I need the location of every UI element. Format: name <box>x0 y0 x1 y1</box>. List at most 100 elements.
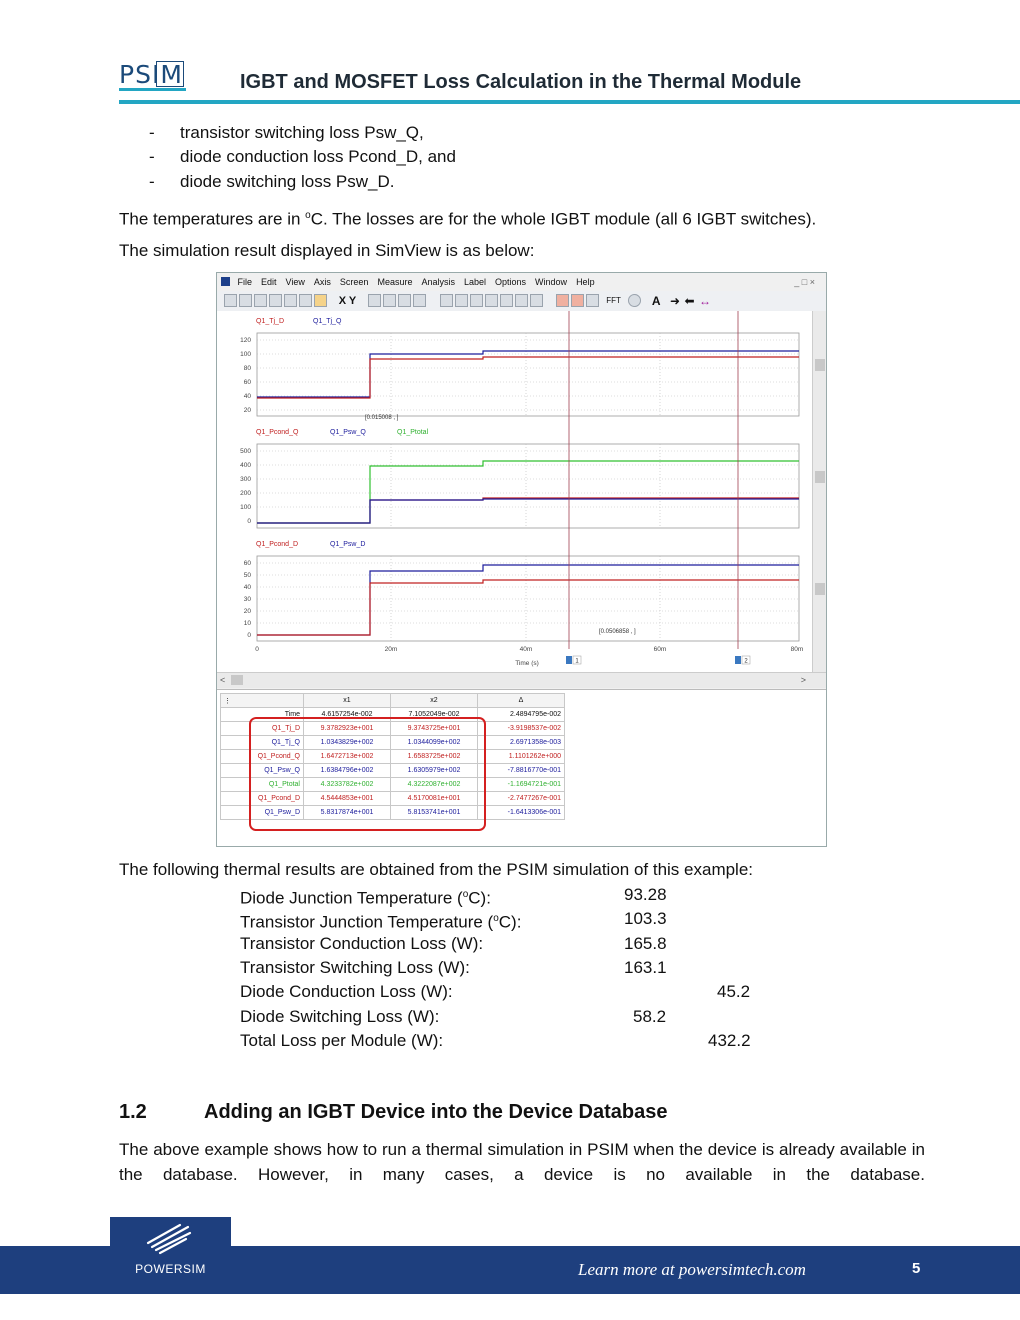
arrow-left-icon[interactable]: ⬅ <box>684 291 694 311</box>
y-axis-icon[interactable] <box>299 294 312 307</box>
plot3-ytick: 60 <box>244 560 252 567</box>
scroll-thumb[interactable] <box>815 359 825 371</box>
zoom-out-icon[interactable] <box>485 294 499 307</box>
results-value: 432.2 <box>708 1031 751 1050</box>
results-intro: The following thermal results are obtain… <box>119 860 754 879</box>
hand-icon[interactable] <box>515 294 529 307</box>
fft-button[interactable]: FFT <box>606 291 621 311</box>
list-item: - transistor switching loss Psw_Q, <box>149 123 456 147</box>
screen-icon[interactable] <box>382 294 396 307</box>
temperature-note-pre: The temperatures are in <box>119 209 306 229</box>
section-paragraph: The above example shows how to run a the… <box>119 1140 925 1184</box>
select-icon[interactable] <box>314 294 327 307</box>
chart-icon[interactable] <box>284 294 297 307</box>
text-tool-button[interactable]: A <box>652 291 661 311</box>
list-item: - diode conduction loss Pcond_D, and <box>149 147 456 172</box>
menu-options[interactable]: Options <box>495 277 526 287</box>
menu-label[interactable]: Label <box>464 277 486 287</box>
menu-view[interactable]: View <box>286 277 305 287</box>
legend-q1-tj-q: Q1_Tj_Q <box>313 318 342 325</box>
menu-analysis[interactable]: Analysis <box>421 277 455 287</box>
simview-plots[interactable]: Q1_Tj_D Q1_Tj_Q 120 100 80 60 40 20 [0.0… <box>217 311 812 672</box>
cursor-icon[interactable] <box>555 294 569 307</box>
list-item: - diode switching loss Psw_D. <box>149 172 456 196</box>
print-icon[interactable] <box>239 294 252 307</box>
plot1-ytick: 120 <box>240 337 251 344</box>
waveform-icon[interactable] <box>367 294 381 307</box>
results-label: Total Loss per Module (W): <box>240 1031 444 1050</box>
scroll-right-icon[interactable]: > <box>801 673 806 687</box>
marker-icon[interactable] <box>570 294 584 307</box>
plot2-ytick: 400 <box>240 462 251 469</box>
app-icon <box>221 277 230 286</box>
footer-link[interactable]: Learn more at powersimtech.com <box>578 1260 806 1280</box>
results-value: 93.28 <box>624 885 667 904</box>
scroll-thumb[interactable] <box>815 583 825 595</box>
arrow-right-icon[interactable]: ➜ <box>670 291 680 311</box>
window-controls[interactable]: _ □ × <box>794 273 815 291</box>
plot3-ytick: 0 <box>247 632 251 639</box>
cell-delta: -1.1694721e-001 <box>477 777 565 792</box>
cursor-2-handle[interactable] <box>735 656 741 664</box>
scroll-thumb[interactable] <box>815 471 825 483</box>
page-number: 5 <box>912 1260 921 1277</box>
menu-window[interactable]: Window <box>535 277 567 287</box>
menu-measure[interactable]: Measure <box>377 277 412 287</box>
bullet-dash: - <box>149 172 155 191</box>
simview-menubar: File Edit View Axis Screen Measure Analysis Lab… <box>217 273 826 291</box>
cursor-1-handle[interactable] <box>566 656 572 664</box>
results-label-end: C): <box>468 888 491 908</box>
legend-q1-tj-d: Q1_Tj_D <box>256 318 284 325</box>
results-label: Transistor Junction Temperature (oC): <box>240 909 521 933</box>
temperature-note: The temperatures are in oC. The losses a… <box>119 206 816 230</box>
measure-panel: ⋮ x1 x2 Δ Time 4.6157254e-002 7.1052049e… <box>217 689 826 846</box>
results-value: 58.2 <box>633 1007 667 1026</box>
results-value: 103.3 <box>624 909 667 928</box>
text-marker-icon[interactable] <box>585 294 599 307</box>
xtick: 60m <box>654 646 667 653</box>
xtick: 40m <box>520 646 533 653</box>
plot-vertical-scrollbar[interactable] <box>812 311 826 672</box>
menu-screen[interactable]: Screen <box>340 277 369 287</box>
simview-screenshot: File Edit View Axis Screen Measure Analysis Lab… <box>216 272 827 847</box>
plot3-ytick: 40 <box>244 584 252 591</box>
section-number: 1.2 <box>119 1101 147 1123</box>
zoom-icon[interactable] <box>455 294 469 307</box>
header-rule <box>119 100 1020 104</box>
page-header-title: IGBT and MOSFET Loss Calculation in the … <box>240 71 802 93</box>
scroll-thumb[interactable] <box>231 675 243 685</box>
grid-icon[interactable] <box>397 294 411 307</box>
plot2-ytick: 200 <box>240 490 251 497</box>
plot2-ytick: 300 <box>240 476 251 483</box>
arrow-both-icon[interactable]: ↔ <box>699 291 711 311</box>
cell-delta: -2.7477267e-001 <box>477 791 565 806</box>
menu-axis[interactable]: Axis <box>314 277 331 287</box>
open-icon[interactable] <box>224 294 237 307</box>
data-icon[interactable] <box>269 294 282 307</box>
footer-logo-block <box>110 1217 231 1294</box>
scroll-left-icon[interactable]: < <box>220 673 225 687</box>
undo-icon[interactable] <box>440 294 454 307</box>
plot-horizontal-scrollbar[interactable]: < > <box>217 672 826 688</box>
zoom-in-icon[interactable] <box>470 294 484 307</box>
legend-q1-pcond-q: Q1_Pcond_Q <box>256 429 299 436</box>
plot3-ytick: 50 <box>244 572 252 579</box>
menu-help[interactable]: Help <box>576 277 595 287</box>
plot3-ytick: 30 <box>244 596 252 603</box>
layout-icon[interactable] <box>412 294 426 307</box>
bullet-text: diode conduction loss Pcond_D, and <box>180 147 456 166</box>
copy-icon[interactable] <box>254 294 267 307</box>
xy-axis-button[interactable]: X Y <box>332 291 362 311</box>
menu-file[interactable]: File <box>238 277 253 287</box>
meter-icon[interactable] <box>628 294 642 307</box>
cell-delta: -3.9198537e-002 <box>477 721 565 736</box>
plot2-ytick: 100 <box>240 504 251 511</box>
plot3-marker: [0.0506858 , ] <box>599 629 636 635</box>
hand-grab-icon[interactable] <box>530 294 544 307</box>
highlight-box <box>249 717 486 831</box>
results-label: Transistor Conduction Loss (W): <box>240 934 484 953</box>
pan-icon[interactable] <box>500 294 514 307</box>
temperature-note-post: C. The losses are for the whole IGBT mod… <box>310 209 817 229</box>
menu-edit[interactable]: Edit <box>261 277 277 287</box>
cell-delta: 2.6971358e-003 <box>477 735 565 750</box>
